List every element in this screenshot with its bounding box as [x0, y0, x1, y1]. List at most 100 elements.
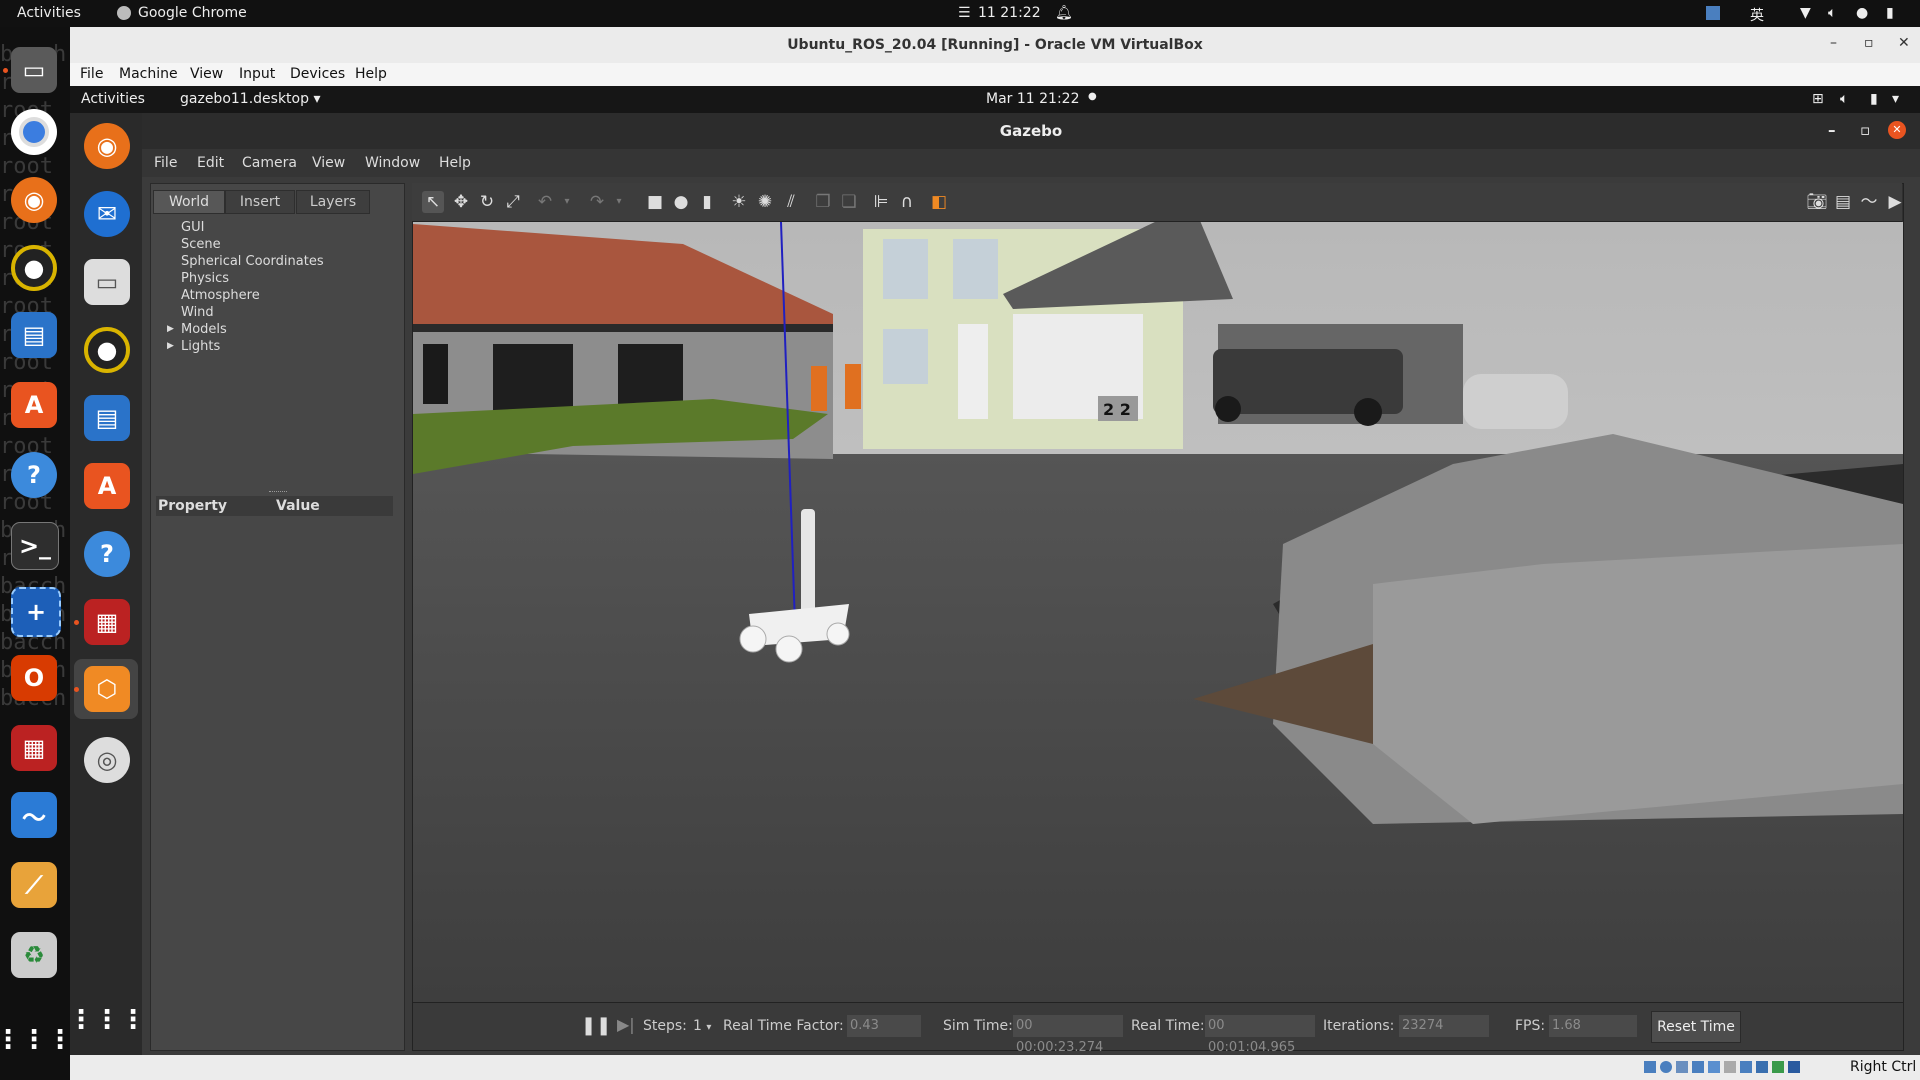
- chrome-icon[interactable]: [11, 109, 57, 155]
- rhythmbox-icon[interactable]: ●: [11, 245, 57, 291]
- guest-writer-icon[interactable]: ▤: [84, 395, 130, 441]
- tree-item-wind[interactable]: Wind: [181, 305, 214, 320]
- dvd-icon[interactable]: ◎: [84, 737, 130, 783]
- undo-icon[interactable]: ↶: [534, 191, 556, 213]
- tree-item-physics[interactable]: Physics: [181, 271, 229, 286]
- network-adapter-icon[interactable]: [1692, 1061, 1704, 1073]
- guest-system-menu-icon[interactable]: ▾: [1892, 91, 1899, 107]
- step-icon[interactable]: ▶|: [617, 1015, 635, 1034]
- tab-insert[interactable]: Insert: [225, 190, 295, 214]
- display-icon[interactable]: [1740, 1061, 1752, 1073]
- gazebo-app-menu[interactable]: gazebo11.desktop ▾: [180, 91, 320, 107]
- host-app-name[interactable]: Google Chrome: [138, 5, 247, 21]
- thunderbird-icon[interactable]: ✉: [84, 191, 130, 237]
- reset-time-button[interactable]: Reset Time: [1651, 1011, 1741, 1043]
- matlab-icon[interactable]: ⟋: [11, 862, 57, 908]
- gz-menu-window[interactable]: Window: [365, 155, 420, 171]
- tree-item-lights[interactable]: ▶ Lights: [167, 339, 220, 354]
- battery-icon[interactable]: ▮: [1886, 5, 1894, 21]
- usb-icon[interactable]: [1708, 1061, 1720, 1073]
- guest-help-icon[interactable]: ?: [84, 531, 130, 577]
- guest-rhythmbox-icon[interactable]: ●: [84, 327, 130, 373]
- guest-software-icon[interactable]: A: [84, 463, 130, 509]
- help-icon[interactable]: ?: [11, 452, 57, 498]
- 3d-viewport[interactable]: 2 2: [412, 183, 1904, 1003]
- firefox-icon[interactable]: ◉: [11, 177, 57, 223]
- redo-dropdown-icon[interactable]: ▾: [608, 191, 630, 213]
- guest-files-icon[interactable]: ▭: [84, 259, 130, 305]
- align-icon[interactable]: ⊫: [870, 191, 892, 213]
- volume-icon[interactable]: 🔈︎: [1828, 5, 1836, 21]
- vbox-tray-icon[interactable]: [1706, 6, 1720, 20]
- office-icon[interactable]: O: [11, 655, 57, 701]
- directional-light-icon[interactable]: ⫽: [780, 191, 802, 213]
- tree-item-models[interactable]: ▶ Models: [167, 322, 227, 337]
- vbox-menu-help[interactable]: Help: [355, 66, 387, 82]
- mic-icon[interactable]: ●: [1856, 5, 1868, 21]
- expand-arrow-icon[interactable]: ▶: [167, 341, 174, 351]
- screenshot-camera-icon[interactable]: 📷︎: [1806, 191, 1828, 213]
- close-icon[interactable]: ✕: [1898, 35, 1910, 51]
- rotate-mode-icon[interactable]: ↻: [476, 191, 498, 213]
- copy-icon[interactable]: ❐: [812, 191, 834, 213]
- pause-icon[interactable]: ❚❚: [581, 1015, 611, 1036]
- guest-clock[interactable]: Mar 11 21:22: [986, 91, 1079, 107]
- paste-icon[interactable]: ❏: [838, 191, 860, 213]
- gazebo-minimize-icon[interactable]: –: [1828, 121, 1836, 139]
- guest-app-grid-icon[interactable]: ⋮⋮⋮: [68, 997, 146, 1043]
- maximize-icon[interactable]: ▫: [1864, 35, 1874, 51]
- video-record-icon[interactable]: ▶: [1884, 191, 1906, 213]
- splitter-handle[interactable]: [269, 491, 287, 494]
- monitor-icon[interactable]: 〜: [11, 792, 57, 838]
- guest-firefox-icon[interactable]: ◉: [84, 123, 130, 169]
- host-activities-button[interactable]: Activities: [17, 5, 81, 21]
- sphere-shape-icon[interactable]: ●: [670, 191, 692, 213]
- gz-menu-help[interactable]: Help: [439, 155, 471, 171]
- tab-layers[interactable]: Layers: [296, 190, 370, 214]
- gz-menu-view[interactable]: View: [312, 155, 345, 171]
- guest-activities-button[interactable]: Activities: [81, 91, 145, 107]
- spin-arrow-icon[interactable]: ▾: [706, 1022, 711, 1033]
- vbox-menu-view[interactable]: View: [190, 66, 223, 82]
- plot-icon[interactable]: 〜: [1858, 191, 1880, 213]
- mouse-integration-icon[interactable]: [1788, 1061, 1800, 1073]
- point-light-icon[interactable]: ☀: [728, 191, 750, 213]
- tab-world[interactable]: World: [153, 190, 225, 214]
- vbox-menu-devices[interactable]: Devices: [290, 66, 345, 82]
- wifi-icon[interactable]: ▼: [1800, 5, 1811, 21]
- tree-item-scene[interactable]: Scene: [181, 237, 221, 252]
- audio-icon[interactable]: [1676, 1061, 1688, 1073]
- vbox-menu-machine[interactable]: Machine: [119, 66, 178, 82]
- tree-item-atmosphere[interactable]: Atmosphere: [181, 288, 260, 303]
- expand-arrow-icon[interactable]: ▶: [167, 324, 174, 334]
- box-shape-icon[interactable]: ■: [644, 191, 666, 213]
- cpu-icon[interactable]: [1772, 1061, 1784, 1073]
- translate-mode-icon[interactable]: ✥: [450, 191, 472, 213]
- gz-menu-camera[interactable]: Camera: [242, 155, 297, 171]
- optical-icon[interactable]: [1660, 1061, 1672, 1073]
- minimize-icon[interactable]: –: [1830, 35, 1837, 51]
- view-angle-icon[interactable]: ◧: [928, 191, 950, 213]
- guest-volume-icon[interactable]: 🔈︎: [1840, 91, 1848, 107]
- tree-item-gui[interactable]: GUI: [181, 220, 204, 235]
- gz-menu-edit[interactable]: Edit: [197, 155, 224, 171]
- gazebo-maximize-icon[interactable]: ▫: [1860, 121, 1870, 139]
- screenshot-icon[interactable]: +: [11, 587, 61, 637]
- host-clock[interactable]: 11 21:22: [978, 5, 1041, 21]
- vbox-menu-input[interactable]: Input: [239, 66, 275, 82]
- log-icon[interactable]: ▤: [1832, 191, 1854, 213]
- recording-icon[interactable]: [1756, 1061, 1768, 1073]
- trash-icon[interactable]: ♻: [11, 932, 57, 978]
- steps-spinbox[interactable]: 1 ▾: [693, 1018, 711, 1034]
- shared-folder-icon[interactable]: [1724, 1061, 1736, 1073]
- gazebo-close-icon[interactable]: ✕: [1888, 121, 1906, 139]
- vbox-menu-file[interactable]: File: [80, 66, 103, 82]
- software-icon[interactable]: A: [11, 382, 57, 428]
- tree-item-spherical-coordinates[interactable]: Spherical Coordinates: [181, 254, 324, 269]
- gz-menu-file[interactable]: File: [154, 155, 177, 171]
- gazebo-icon[interactable]: ⬡: [84, 666, 130, 712]
- disk-icon[interactable]: [1644, 1061, 1656, 1073]
- spot-light-icon[interactable]: ✺: [754, 191, 776, 213]
- network-icon[interactable]: ⊞: [1812, 91, 1824, 107]
- files-icon[interactable]: ▭: [11, 47, 57, 93]
